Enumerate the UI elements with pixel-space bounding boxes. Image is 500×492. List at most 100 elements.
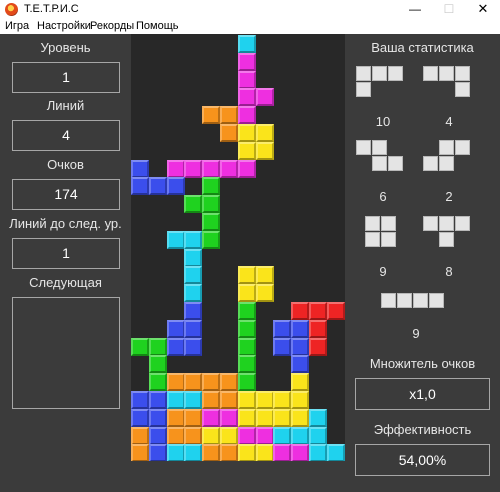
stat-piece-block — [455, 216, 470, 231]
board-cell — [237, 70, 256, 89]
maximize-button[interactable]: ☐ — [432, 0, 466, 19]
board-cell — [309, 319, 327, 338]
menu-settings[interactable]: Настройки — [37, 20, 91, 32]
piece-l-count: 10 — [375, 114, 391, 129]
board-cell — [237, 373, 256, 392]
score-label: Очков — [47, 157, 84, 172]
board-cell — [202, 195, 221, 214]
board-cell — [237, 284, 256, 303]
game-board[interactable] — [131, 34, 345, 461]
board-cell — [237, 266, 256, 285]
efficiency-value: 54,00% — [355, 444, 490, 476]
board-cell — [148, 337, 167, 356]
board-cell — [148, 408, 167, 427]
board-cell — [273, 408, 292, 427]
board-cell — [220, 106, 238, 125]
app-icon — [5, 3, 18, 16]
stat-piece-block — [388, 66, 403, 81]
menu-game[interactable]: Игра — [5, 20, 29, 32]
lines-label: Линий — [46, 98, 85, 113]
score-multiplier-label: Множитель очков — [369, 356, 476, 371]
board-cell — [291, 302, 310, 320]
board-cell — [202, 373, 221, 392]
close-button[interactable]: ✕ — [466, 0, 500, 19]
board-cell — [202, 177, 221, 196]
board-cell — [131, 426, 149, 445]
board-cell — [255, 124, 274, 142]
board-cell — [237, 337, 256, 356]
lines-value: 4 — [12, 120, 120, 151]
lines-to-next-level-label: Линий до след. ур. — [9, 216, 122, 231]
board-cell — [309, 408, 327, 427]
board-cell — [237, 52, 256, 71]
board-cell — [273, 319, 292, 338]
stat-piece-block — [365, 232, 380, 247]
stat-piece-block — [381, 216, 396, 231]
board-cell — [166, 408, 185, 427]
lines-to-next-level-value: 1 — [12, 238, 120, 269]
board-cell — [220, 159, 238, 178]
board-cell — [220, 124, 238, 142]
board-cell — [291, 355, 310, 374]
board-cell — [291, 319, 310, 338]
stat-piece-block — [439, 156, 454, 171]
board-cell — [220, 408, 238, 427]
board-cell — [184, 195, 203, 214]
menu-records[interactable]: Рекорды — [90, 20, 134, 32]
board-cell — [184, 284, 203, 303]
board-cell — [273, 426, 292, 445]
board-cell — [131, 159, 149, 178]
board-cell — [148, 373, 167, 392]
board-cell — [255, 426, 274, 445]
piece-i-count: 9 — [412, 326, 420, 341]
stat-piece-block — [388, 156, 403, 171]
next-piece-label: Следующая — [29, 275, 102, 290]
board-cell — [131, 177, 149, 196]
board-cell — [184, 266, 203, 285]
board-cell — [184, 408, 203, 427]
board-cell — [131, 444, 149, 461]
board-cell — [237, 159, 256, 178]
board-cell — [184, 302, 203, 320]
board-cell — [166, 177, 185, 196]
stat-piece-block — [455, 82, 470, 97]
board-cell — [184, 230, 203, 249]
stat-piece-block — [429, 293, 444, 308]
minimize-button[interactable]: — — [398, 0, 432, 19]
board-cell — [237, 426, 256, 445]
board-cell — [237, 141, 256, 160]
board-cell — [184, 337, 203, 356]
menu-bar: Игра Настройки Рекорды Помощь — [0, 19, 500, 34]
board-cell — [184, 373, 203, 392]
board-cell — [202, 159, 221, 178]
board-cell — [166, 337, 185, 356]
board-cell — [237, 408, 256, 427]
title-bar: Т.Е.Т.Р.И.С — ☐ ✕ — [0, 0, 500, 19]
board-cell — [255, 408, 274, 427]
level-label: Уровень — [40, 40, 91, 55]
board-cell — [326, 444, 345, 461]
board-cell — [255, 88, 274, 107]
stat-piece-block — [372, 66, 387, 81]
board-cell — [237, 302, 256, 320]
stat-piece-block — [381, 293, 396, 308]
stat-piece-block — [455, 66, 470, 81]
stat-piece-block — [413, 293, 428, 308]
game-area: Уровень 1 Линий 4 Очков 174 Линий до сле… — [0, 34, 500, 492]
stat-piece-block — [423, 66, 438, 81]
level-value: 1 — [12, 62, 120, 93]
stat-piece-block — [356, 66, 371, 81]
board-cell — [273, 444, 292, 461]
score-value: 174 — [12, 179, 120, 210]
stats-title: Ваша статистика — [371, 40, 474, 55]
efficiency-label: Эффективность — [373, 422, 472, 437]
stat-piece-block — [439, 216, 454, 231]
piece-j-count: 4 — [445, 114, 453, 129]
board-cell — [273, 337, 292, 356]
piece-t-count: 8 — [445, 264, 453, 279]
menu-help[interactable]: Помощь — [136, 20, 179, 32]
stat-piece-block — [423, 216, 438, 231]
board-cell — [202, 408, 221, 427]
board-cell — [237, 106, 256, 125]
stat-piece-block — [423, 156, 438, 171]
